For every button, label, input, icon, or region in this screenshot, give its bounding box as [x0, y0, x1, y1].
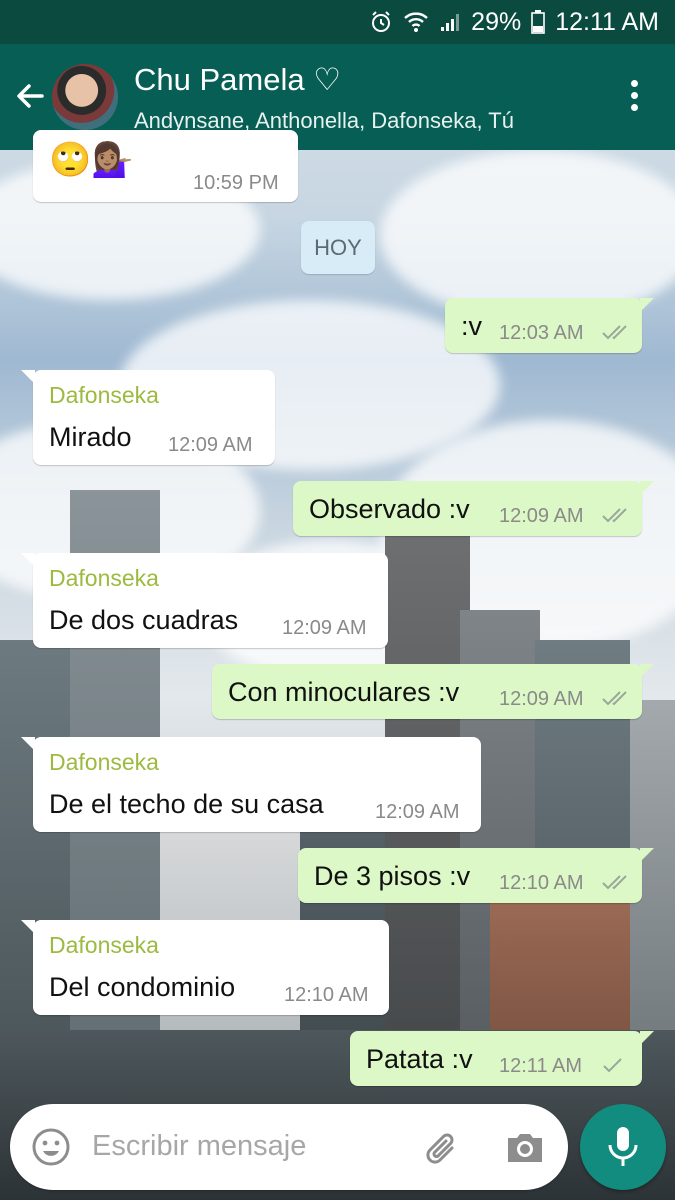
single-check-icon [603, 1058, 622, 1073]
message-text: De 3 pisos :v [314, 861, 471, 891]
message-bubble-incoming[interactable]: Dafonseka De el techo de su casa 12:09 A… [21, 737, 481, 832]
sender-name: Dafonseka [49, 382, 159, 408]
clock: 12:11 AM [555, 7, 659, 36]
message-text: Patata :v [366, 1044, 473, 1074]
double-check-icon [602, 875, 627, 890]
message-bubble-outgoing[interactable]: Con minoculares :v 12:09 AM [212, 664, 654, 719]
back-arrow-icon[interactable] [12, 78, 48, 114]
paperclip-icon[interactable] [422, 1126, 464, 1168]
day-separator: HOY [301, 221, 375, 274]
status-bar: 29% 12:11 AM [0, 0, 675, 44]
message-time: 12:09 AM [282, 617, 367, 639]
message-time: 12:09 AM [499, 688, 584, 710]
message-bubble-incoming[interactable]: Dafonseka Del condominio 12:10 AM [21, 920, 389, 1015]
message-bubble-incoming[interactable]: 🙄💁🏽‍♀️ 10:59 PM [33, 130, 298, 202]
message-time: 12:10 AM [284, 984, 369, 1006]
message-bubble-incoming[interactable]: Dafonseka De dos cuadras 12:09 AM [21, 553, 388, 648]
microphone-button[interactable] [580, 1104, 666, 1190]
battery-percent: 29% [471, 7, 522, 36]
message-bubble-incoming[interactable]: Dafonseka Mirado 12:09 AM [21, 370, 275, 465]
wifi-icon [404, 12, 428, 32]
chat-title[interactable]: Chu Pamela ♡ [134, 62, 341, 98]
microphone-icon [608, 1127, 638, 1166]
signal-icon [441, 14, 460, 31]
overflow-menu-icon[interactable] [624, 80, 644, 116]
message-time: 10:59 PM [193, 172, 279, 194]
sender-name: Dafonseka [49, 565, 159, 591]
message-text: Del condominio [49, 972, 236, 1002]
message-bubble-outgoing[interactable]: Patata :v 12:11 AM [350, 1031, 654, 1086]
message-text: Observado :v [309, 494, 470, 524]
message-text: Con minoculares :v [228, 677, 460, 707]
battery-icon [531, 10, 546, 34]
message-text: :v [461, 311, 483, 341]
sender-name: Dafonseka [49, 749, 159, 775]
message-time: 12:11 AM [499, 1055, 583, 1077]
camera-icon[interactable] [504, 1126, 546, 1168]
emoji-icon[interactable] [30, 1126, 72, 1168]
double-check-icon [602, 691, 627, 706]
message-text: De el techo de su casa [49, 789, 324, 819]
message-composer[interactable]: Escribir mensaje [10, 1104, 568, 1190]
message-text: Mirado [49, 422, 132, 452]
message-bubble-outgoing[interactable]: Observado :v 12:09 AM [293, 481, 654, 536]
alarm-icon [372, 11, 391, 32]
double-check-icon [602, 508, 627, 523]
message-bubble-outgoing[interactable]: :v 12:03 AM [445, 298, 654, 353]
group-avatar[interactable] [52, 64, 118, 130]
message-input[interactable]: Escribir mensaje [92, 1130, 306, 1163]
double-check-icon [602, 325, 627, 340]
message-time: 12:09 AM [168, 434, 253, 456]
message-time: 12:09 AM [375, 801, 460, 823]
sender-name: Dafonseka [49, 932, 159, 958]
message-text: De dos cuadras [49, 605, 239, 635]
message-time: 12:09 AM [499, 505, 584, 527]
message-time: 12:03 AM [499, 322, 584, 344]
message-bubble-outgoing[interactable]: De 3 pisos :v 12:10 AM [298, 848, 654, 903]
message-text: 🙄💁🏽‍♀️ [49, 141, 134, 179]
message-time: 12:10 AM [499, 872, 584, 894]
